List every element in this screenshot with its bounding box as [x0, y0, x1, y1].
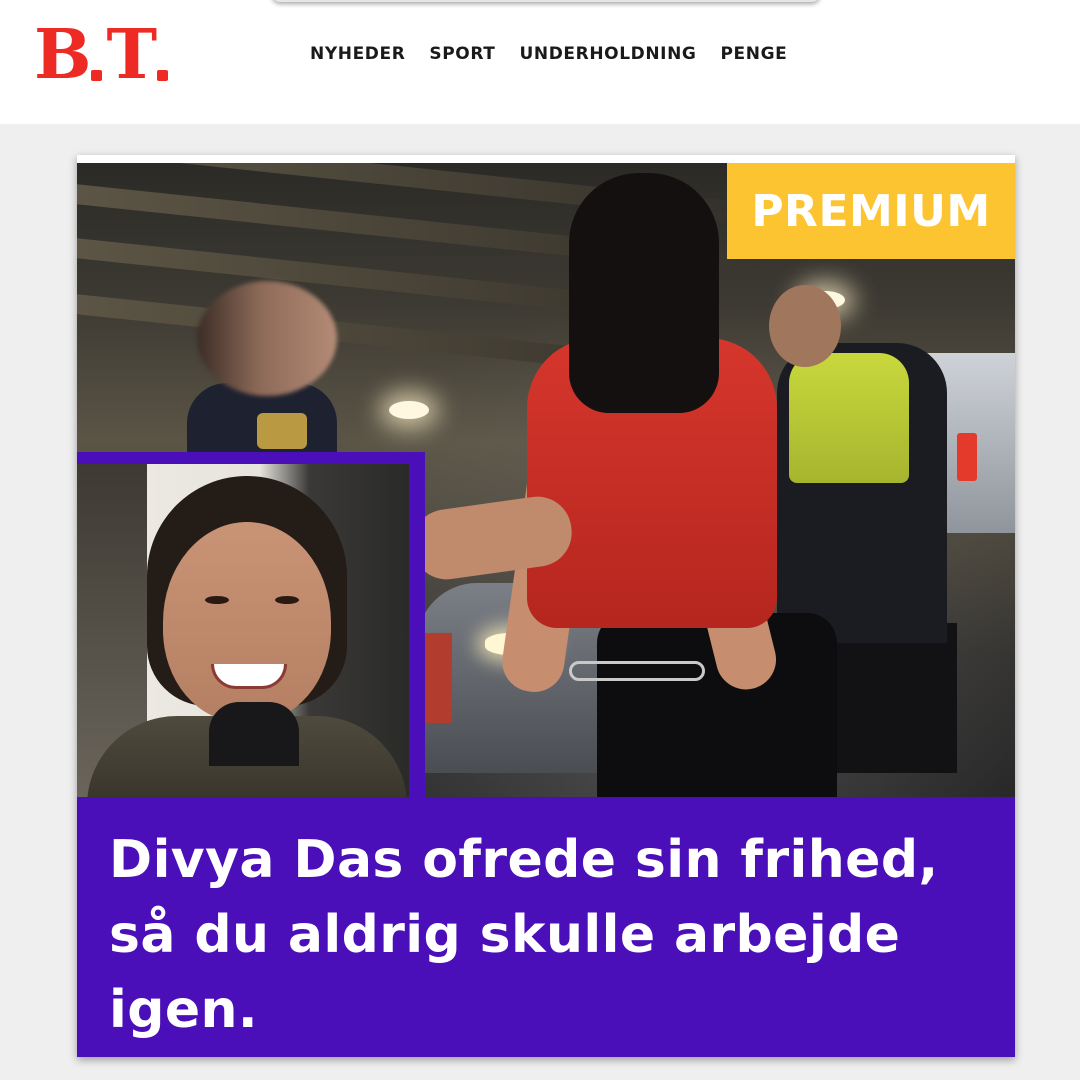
woman-hair: [569, 173, 719, 413]
officer-right-legs: [817, 623, 957, 773]
main-nav: NYHEDER SPORT UNDERHOLDNING PENGE: [310, 44, 787, 64]
site-header: B T NYHEDER SPORT UNDERHOLDNING PENGE: [0, 0, 1080, 124]
premium-badge-label: PREMIUM: [751, 185, 991, 237]
handcuffs: [569, 661, 705, 681]
portrait-eye: [275, 596, 299, 604]
inset-portrait-photo: [77, 464, 409, 797]
portrait-turtleneck: [209, 702, 299, 766]
article-headline[interactable]: Divya Das ofrede sin frihed, så du aldri…: [109, 823, 985, 1048]
premium-badge: PREMIUM: [727, 163, 1015, 259]
police-badge: [257, 413, 307, 449]
article-card[interactable]: PREMIUM Divya Das ofrede sin frihed, så …: [77, 155, 1015, 1057]
inset-portrait-frame: [77, 452, 425, 797]
nav-item-sport[interactable]: SPORT: [429, 44, 495, 64]
tunnel-light: [389, 401, 429, 419]
top-shadow-bar: [272, 0, 820, 2]
truck-taillight: [957, 433, 977, 481]
portrait-face: [163, 522, 331, 722]
officer-sleeve: [422, 633, 452, 723]
headline-box[interactable]: Divya Das ofrede sin frihed, så du aldri…: [77, 797, 1015, 1057]
portrait-eye: [205, 596, 229, 604]
nav-item-penge[interactable]: PENGE: [721, 44, 788, 64]
officer-left-head-pixelated: [197, 281, 337, 396]
logo-dot: [157, 70, 169, 81]
officer-right-head: [769, 285, 841, 367]
officer-right-vest: [789, 353, 909, 483]
logo-dot: [91, 70, 103, 81]
bt-logo[interactable]: B T: [34, 15, 172, 95]
nav-item-nyheder[interactable]: NYHEDER: [310, 44, 405, 64]
nav-item-underholdning[interactable]: UNDERHOLDNING: [519, 44, 696, 64]
logo-letter-b: B: [34, 15, 92, 95]
logo-letter-t: T: [106, 15, 157, 95]
